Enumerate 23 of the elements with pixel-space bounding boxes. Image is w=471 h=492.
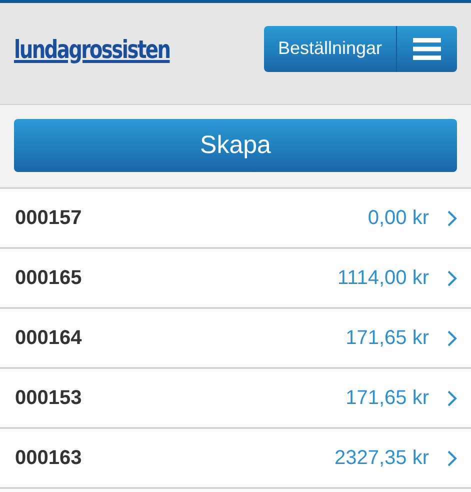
chevron-icon [447, 330, 457, 346]
order-number: 000165 [15, 266, 83, 290]
order-row[interactable]: 000163 2327,35 kr [0, 429, 471, 489]
order-amount: 171,65 kr [346, 326, 429, 350]
order-row[interactable]: 000153 171,65 kr [0, 369, 471, 429]
order-number: 000164 [15, 326, 83, 350]
order-row[interactable]: 000164 171,65 kr [0, 309, 471, 369]
order-amount: 1114,00 kr [337, 266, 429, 290]
order-number: 000157 [15, 206, 83, 230]
chevron-icon [447, 450, 457, 466]
order-row[interactable]: 000165 1114,00 kr [0, 249, 471, 309]
order-amount: 171,65 kr [346, 386, 429, 410]
logo: lundagrossisten [14, 35, 170, 64]
chevron-icon [447, 390, 457, 406]
chevron-icon [447, 210, 457, 226]
order-row[interactable]: 000157 0,00 kr [0, 189, 471, 249]
order-number: 000153 [15, 386, 83, 410]
order-amount: 2327,35 kr [334, 446, 429, 470]
chevron-icon [447, 270, 457, 286]
menu-icon [413, 38, 441, 60]
order-number: 000163 [15, 446, 83, 470]
order-amount: 0,00 kr [368, 206, 429, 230]
create-button[interactable]: Skapa [14, 119, 457, 172]
